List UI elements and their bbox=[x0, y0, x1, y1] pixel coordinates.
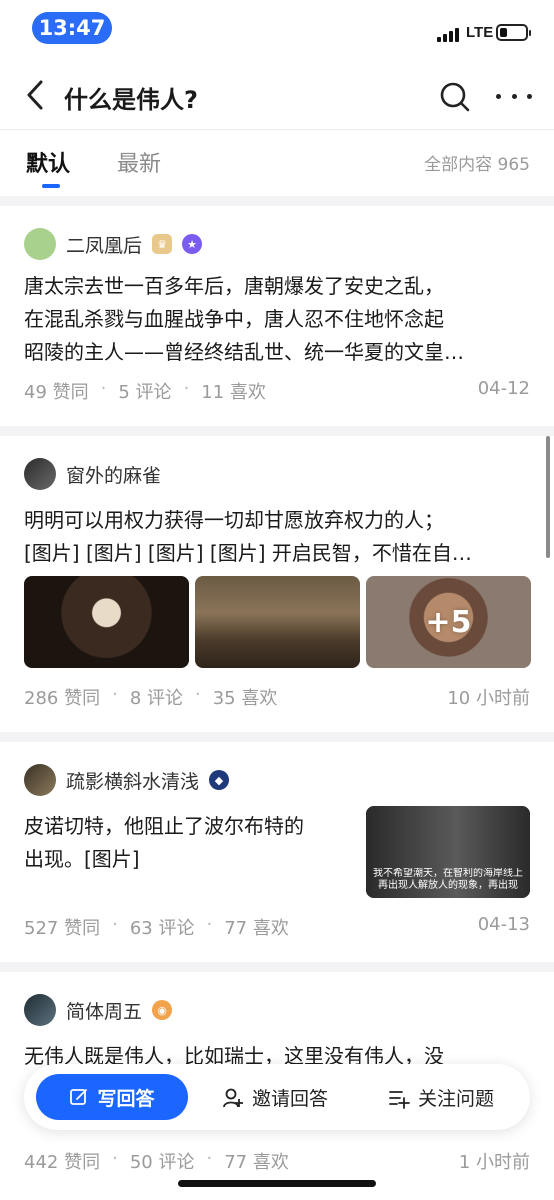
answer-image[interactable]: +5 bbox=[366, 576, 531, 668]
author-name[interactable]: 疏影横斜水清浅 bbox=[66, 767, 199, 794]
answer-excerpt[interactable]: 唐太宗去世一百多年后，唐朝爆发了安史之乱， 在混乱杀戮与血腥战争中，唐人忍不住地… bbox=[24, 270, 464, 369]
answer-stats: 286 赞同 · 8 评论 · 35 喜欢 bbox=[24, 684, 278, 709]
crown-badge-icon: ♛ bbox=[152, 234, 173, 254]
image-caption: 我不希望潮天，在智利的海岸线上 再出现人解放人的现象，再出现 bbox=[373, 868, 523, 891]
top-nav-bar: 什么是伟人? bbox=[0, 60, 554, 130]
answer-author[interactable]: 疏影横斜水清浅 ◆ bbox=[24, 764, 230, 796]
tab-latest[interactable]: 最新 bbox=[117, 146, 161, 178]
search-icon[interactable] bbox=[438, 80, 472, 114]
status-bar: 13:47 LTE bbox=[0, 0, 554, 60]
answer-image[interactable]: 我不希望潮天，在智利的海岸线上 再出现人解放人的现象，再出现 bbox=[366, 806, 530, 898]
more-options-icon[interactable] bbox=[496, 84, 532, 108]
total-count: 全部内容 965 bbox=[424, 155, 530, 175]
answer-card[interactable]: 窗外的麻雀 明明可以用权力获得一切却甘愿放弃权力的人； [图片] [图片] [图… bbox=[0, 436, 554, 732]
member-badge-icon: ◆ bbox=[209, 770, 230, 790]
answer-time: 04-12 bbox=[477, 378, 530, 399]
member-badge-icon: ★ bbox=[182, 234, 203, 254]
active-tab-indicator bbox=[42, 184, 60, 188]
battery-icon bbox=[496, 24, 531, 41]
answer-stats: 49 赞同 · 5 评论 · 11 喜欢 bbox=[24, 378, 266, 403]
back-icon[interactable] bbox=[22, 78, 52, 112]
network-label: LTE bbox=[466, 24, 494, 41]
bottom-action-bar: 写回答 邀请回答 关注问题 bbox=[24, 1064, 530, 1130]
answer-excerpt[interactable]: 明明可以用权力获得一切却甘愿放弃权力的人； [图片] [图片] [图片] [图片… bbox=[24, 504, 472, 570]
scrollbar[interactable] bbox=[546, 436, 550, 558]
avatar[interactable] bbox=[24, 994, 56, 1026]
sort-tabs: 默认 最新 全部内容 965 bbox=[0, 130, 554, 196]
answer-time: 04-13 bbox=[477, 914, 530, 935]
signal-icon bbox=[437, 26, 459, 42]
answer-card[interactable]: 二凤凰后 ♛ ★ 唐太宗去世一百多年后，唐朝爆发了安史之乱， 在混乱杀戮与血腥战… bbox=[0, 206, 554, 426]
add-user-icon bbox=[223, 1088, 243, 1107]
follow-question-button[interactable]: 关注问题 bbox=[388, 1084, 494, 1111]
answer-time: 1 小时前 bbox=[458, 1152, 530, 1173]
edit-icon bbox=[70, 1089, 88, 1105]
answer-images[interactable]: +5 bbox=[24, 576, 531, 668]
avatar[interactable] bbox=[24, 764, 56, 796]
answer-image[interactable] bbox=[195, 576, 360, 668]
author-name[interactable]: 窗外的麻雀 bbox=[66, 461, 161, 488]
avatar[interactable] bbox=[24, 458, 56, 490]
answer-time: 10 小时前 bbox=[447, 688, 530, 709]
home-indicator bbox=[178, 1180, 376, 1187]
answer-author[interactable]: 窗外的麻雀 bbox=[24, 458, 161, 490]
answer-stats: 442 赞同 · 50 评论 · 77 喜欢 bbox=[24, 1148, 289, 1173]
answer-author[interactable]: 简体周五 ◉ bbox=[24, 994, 173, 1026]
invite-answer-button[interactable]: 邀请回答 bbox=[222, 1084, 328, 1111]
avatar[interactable] bbox=[24, 228, 56, 260]
answer-author[interactable]: 二凤凰后 ♛ ★ bbox=[24, 228, 203, 260]
add-list-icon bbox=[389, 1090, 410, 1109]
answer-stats: 527 赞同 · 63 评论 · 77 喜欢 bbox=[24, 914, 289, 939]
answer-card[interactable]: 疏影横斜水清浅 ◆ 皮诺切特，他阻止了波尔布特的 出现。[图片] 我不希望潮天，… bbox=[0, 742, 554, 962]
author-name[interactable]: 简体周五 bbox=[66, 997, 142, 1024]
more-images-count: +5 bbox=[425, 604, 472, 640]
eye-badge-icon: ◉ bbox=[152, 1000, 173, 1020]
answer-image[interactable] bbox=[24, 576, 189, 668]
status-time: 13:47 bbox=[32, 12, 112, 44]
page-title: 什么是伟人? bbox=[64, 86, 198, 114]
tab-default[interactable]: 默认 bbox=[26, 146, 70, 178]
answer-excerpt[interactable]: 皮诺切特，他阻止了波尔布特的 出现。[图片] bbox=[24, 810, 304, 876]
write-answer-button[interactable]: 写回答 bbox=[36, 1074, 188, 1120]
author-name[interactable]: 二凤凰后 bbox=[66, 231, 142, 258]
